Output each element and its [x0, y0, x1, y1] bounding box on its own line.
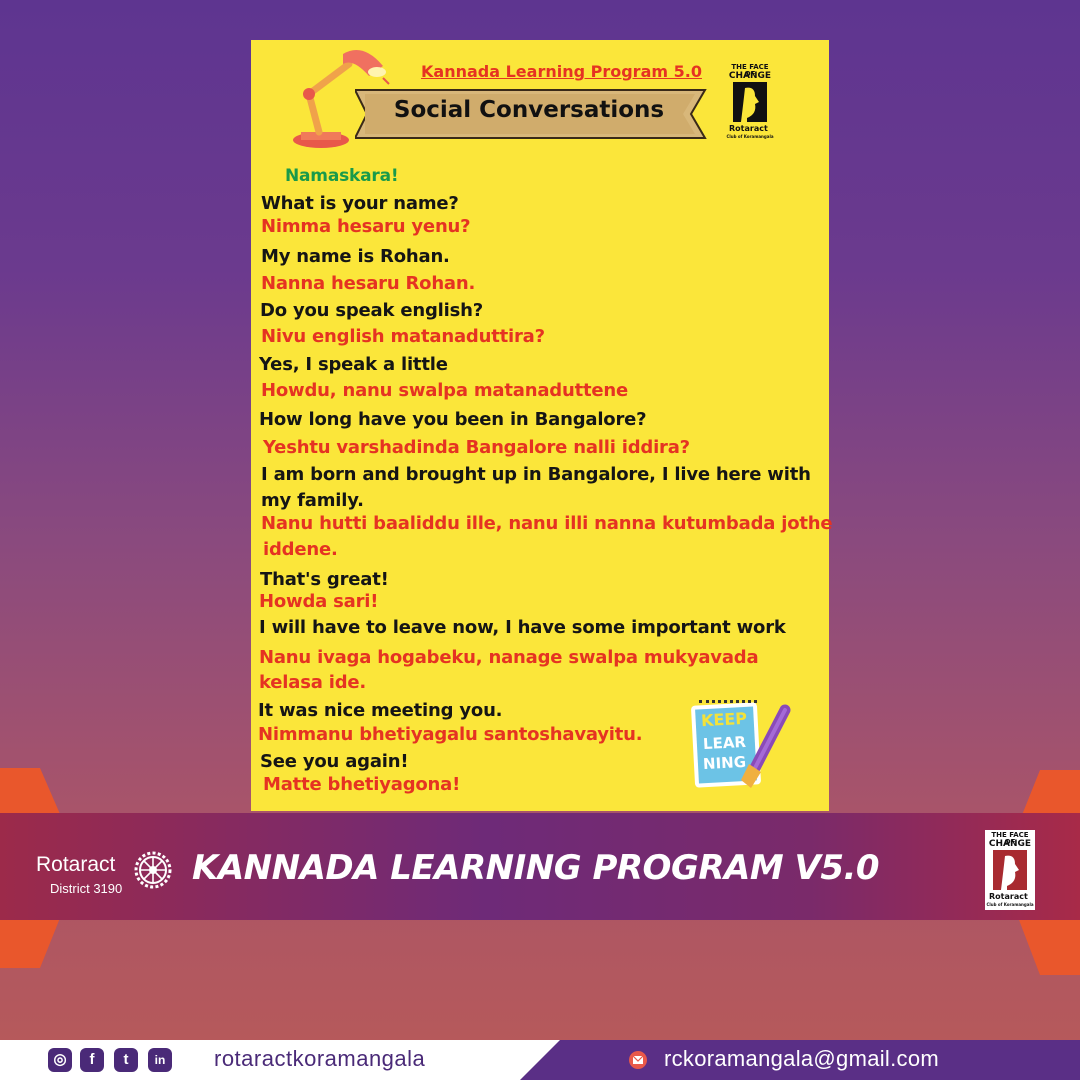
greeting: Namaskara!: [285, 166, 399, 186]
face-silhouette-icon: [733, 82, 767, 122]
phrase-kannada: iddene.: [263, 539, 338, 560]
footer-bar: ◎ f t in rotaractkoramangala rckoramanga…: [0, 1040, 1080, 1080]
program-banner: Rotaract District 3190 KANNADA LEARNING …: [0, 813, 1080, 920]
rotaract-koramangala-logo: THE FACE OF CHANGE Rotaract Club of Kora…: [985, 830, 1035, 910]
phrase-kannada: Howda sari!: [259, 591, 379, 612]
page-title: Social Conversations: [393, 97, 665, 123]
face-silhouette-icon: [993, 850, 1027, 890]
phrase-english: I will have to leave now, I have some im…: [259, 617, 786, 638]
phrase-kannada: Yeshtu varshadinda Bangalore nalli iddir…: [263, 437, 690, 458]
phrase-kannada: Nanu ivaga hogabeku, nanage swalpa mukya…: [259, 647, 759, 668]
phrase-kannada: Nivu english matanaduttira?: [261, 326, 545, 347]
rotaract-wordmark: Rotaract: [36, 853, 116, 876]
keep-learning-sticker: KEEP LEAR NING: [690, 700, 793, 790]
facebook-icon[interactable]: f: [80, 1048, 104, 1072]
phrase-kannada: kelasa ide.: [259, 672, 367, 693]
district-label: District 3190: [50, 881, 123, 896]
mail-icon: [629, 1051, 647, 1069]
twitter-icon[interactable]: t: [114, 1048, 138, 1072]
phrase-english: Yes, I speak a little: [259, 354, 448, 375]
rotaract-koramangala-logo: THE FACE OF CHANGE Rotaract Club of Kora…: [725, 62, 775, 142]
phrase-english: Do you speak english?: [260, 300, 483, 321]
phrase-kannada: Nimma hesaru yenu?: [261, 216, 471, 237]
phrase-kannada: Nimmanu bhetiyagalu santoshavayitu.: [258, 724, 643, 745]
program-title: Kannada Learning Program 5.0: [421, 62, 702, 81]
logo-main: CHANGE: [988, 839, 1032, 849]
logo-brand: Rotaract: [729, 124, 768, 133]
phrase-kannada: Matte bhetiyagona!: [263, 774, 461, 795]
phrase-kannada: Nanu hutti baaliddu ille, nanu illi nann…: [261, 513, 833, 534]
rotary-wheel-icon: [134, 851, 172, 889]
phrase-kannada: Nanna hesaru Rohan.: [261, 273, 476, 294]
linkedin-icon[interactable]: in: [148, 1048, 172, 1072]
social-handle-link[interactable]: rotaractkoramangala: [214, 1046, 425, 1072]
phrase-english: How long have you been in Bangalore?: [259, 409, 647, 430]
phrase-kannada: Howdu, nanu swalpa matanaduttene: [261, 380, 629, 401]
instagram-icon[interactable]: ◎: [48, 1048, 72, 1072]
logo-club: Club of Koramangala: [726, 134, 774, 139]
paintbrush-icon: [741, 704, 791, 788]
phrase-english: my family.: [261, 490, 364, 511]
phrase-english: See you again!: [260, 751, 409, 772]
email-link[interactable]: rckoramangala@gmail.com: [664, 1046, 939, 1072]
phrase-english: My name is Rohan.: [261, 246, 450, 267]
logo-club: Club of Koramangala: [986, 902, 1034, 907]
phrase-english: I am born and brought up in Bangalore, I…: [261, 464, 811, 485]
phrase-english: What is your name?: [261, 193, 459, 214]
banner-title: KANNADA LEARNING PROGRAM V5.0: [192, 848, 880, 888]
phrase-english: That's great!: [260, 569, 389, 590]
logo-brand: Rotaract: [989, 892, 1028, 901]
logo-main: CHANGE: [728, 71, 772, 81]
poster-card: Kannada Learning Program 5.0 Social Conv…: [251, 40, 833, 811]
phrase-english: It was nice meeting you.: [258, 700, 503, 721]
